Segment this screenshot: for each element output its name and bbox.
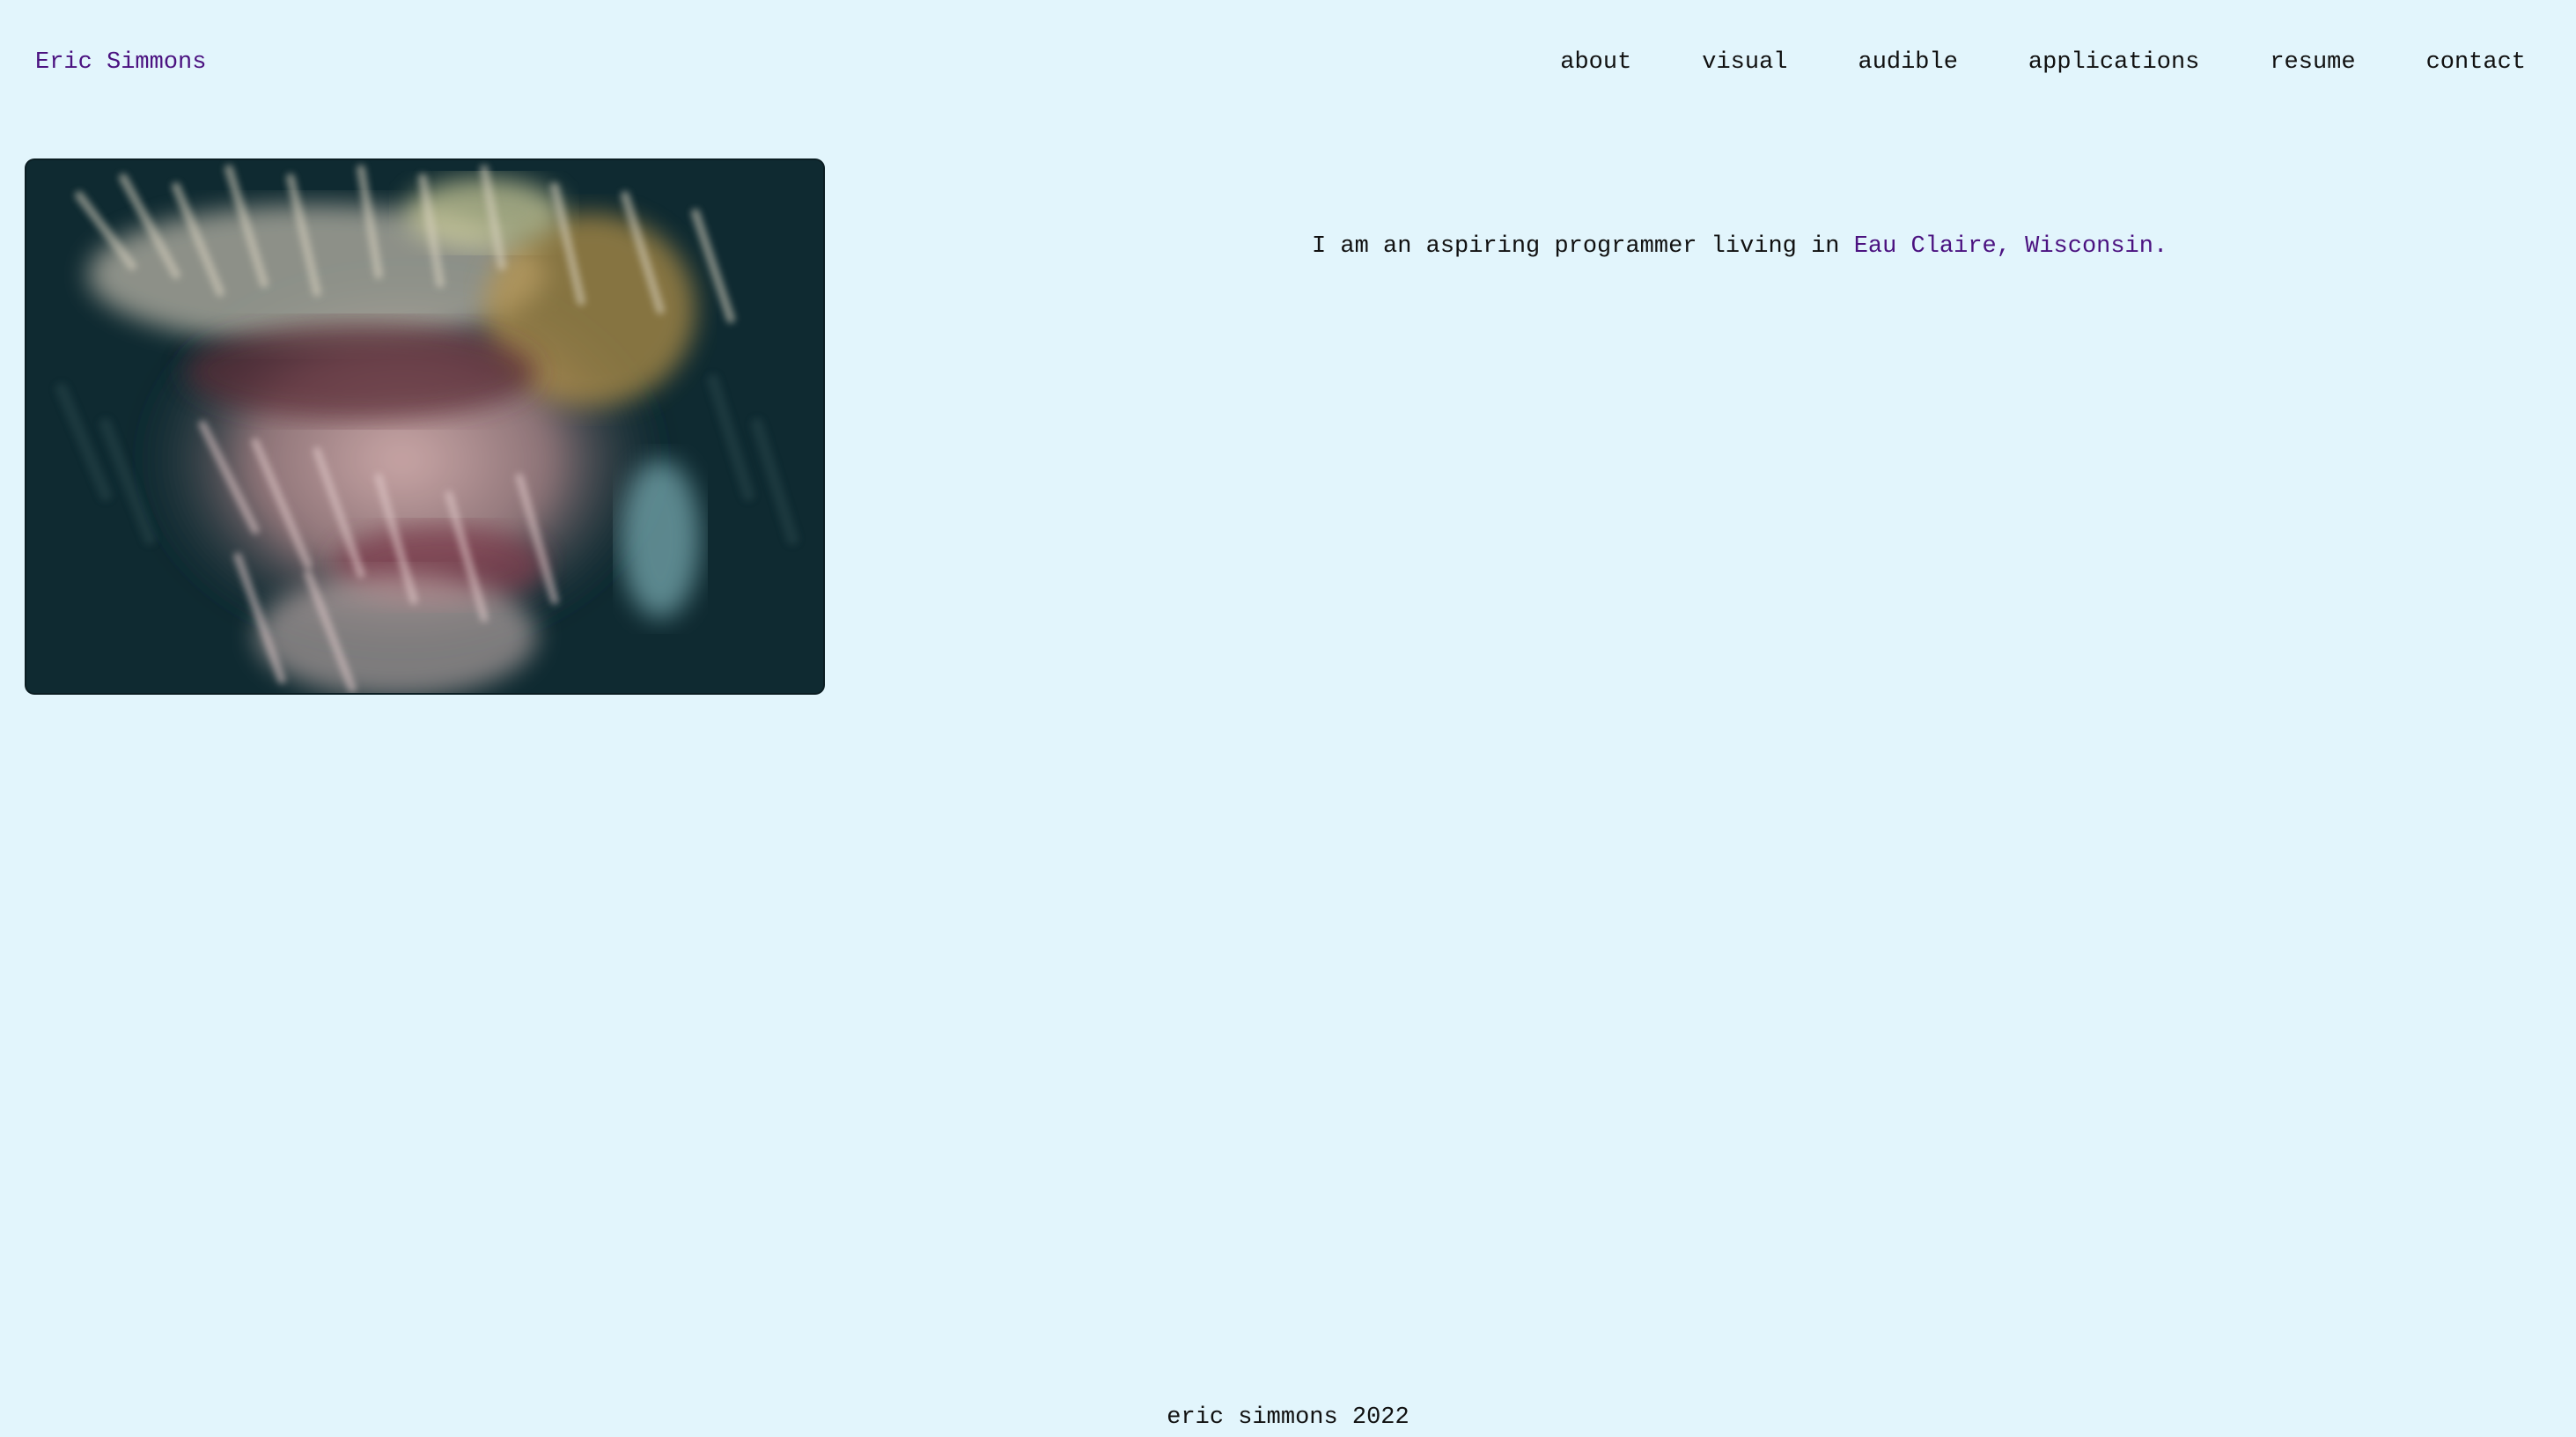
hero-painted-portrait-image xyxy=(26,160,823,693)
site-title-link[interactable]: Eric Simmons xyxy=(35,45,206,80)
intro-text: I am an aspiring programmer living in Ea… xyxy=(1312,229,2168,264)
footer-text: eric simmons 2022 xyxy=(1167,1404,1409,1431)
intro-prefix: I am an aspiring programmer living in xyxy=(1312,233,1840,260)
nav-resume[interactable]: resume xyxy=(2270,45,2355,80)
intro-suffix: . xyxy=(2153,233,2168,260)
nav-contact[interactable]: contact xyxy=(2426,45,2526,80)
nav-applications[interactable]: applications xyxy=(2028,45,2199,80)
location-link[interactable]: Eau Claire, Wisconsin xyxy=(1854,233,2153,260)
nav-audible[interactable]: audible xyxy=(1858,45,1958,80)
nav-visual[interactable]: visual xyxy=(1702,45,1787,80)
nav-about[interactable]: about xyxy=(1560,45,1631,80)
main-nav: about visual audible applications resume… xyxy=(1560,45,2526,80)
hero-image-art xyxy=(26,160,823,693)
